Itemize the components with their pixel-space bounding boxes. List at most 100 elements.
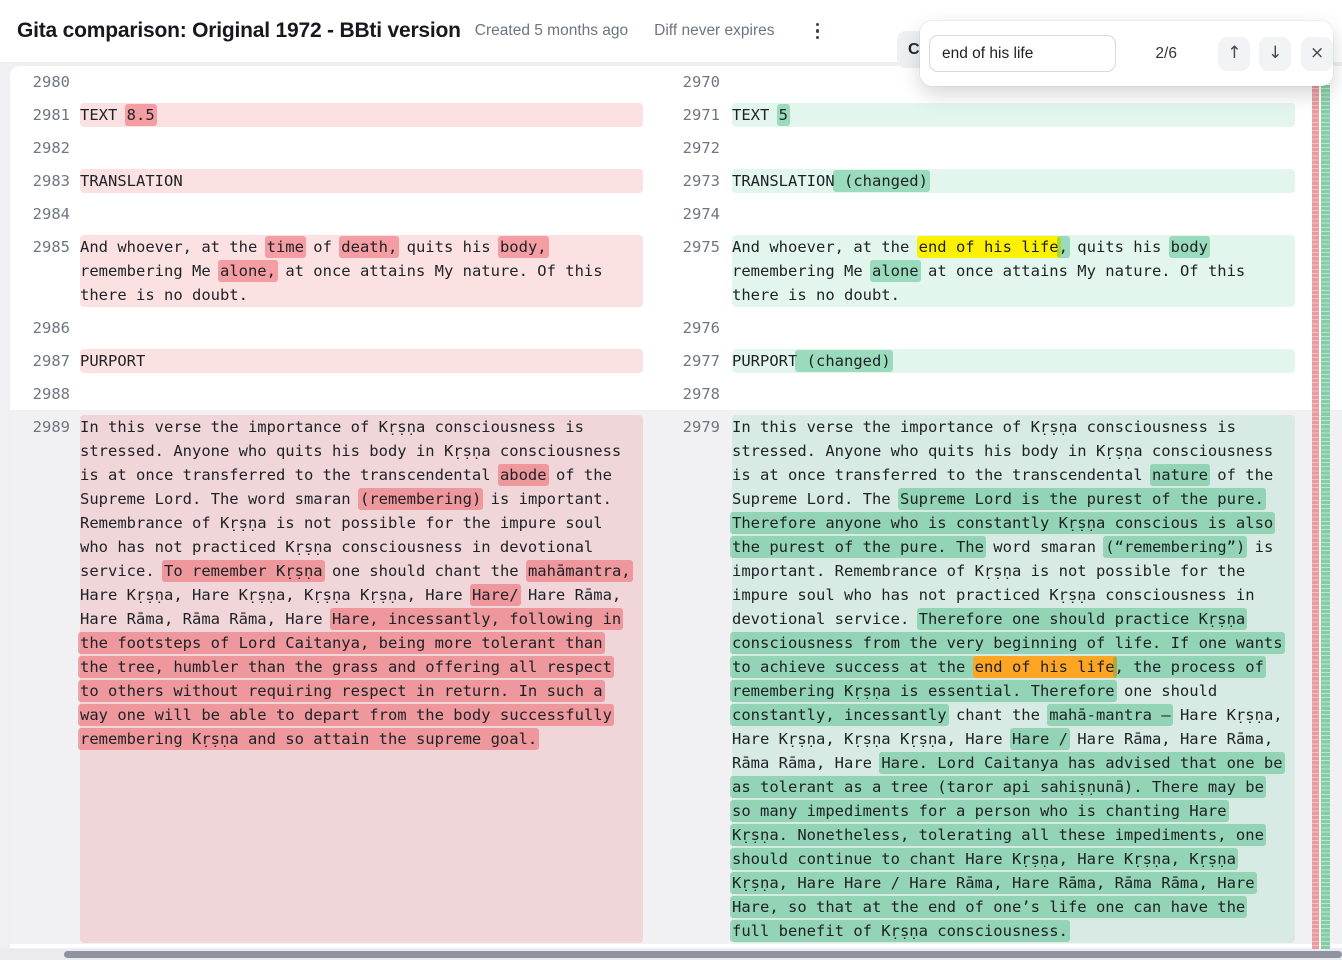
right-pane[interactable]: 29702971TEXT 529722973TRANSLATION (chang…: [660, 66, 1305, 948]
line-number: 2985: [10, 235, 70, 307]
line-number: 2972: [660, 136, 720, 160]
diff-line: PURPORT: [80, 349, 643, 373]
diff-line: Kṛṣṇa, Hare Hare / Hare Rāma, Hare Rāma,…: [732, 871, 1295, 895]
diff-text: Hare Kṛṣṇa, Hare Kṛṣṇa, Kṛṣṇa Kṛṣṇa, Har…: [80, 586, 472, 604]
search-input[interactable]: [929, 35, 1116, 72]
diff-text: is at once transferred to the transcende…: [80, 466, 500, 484]
diff-row: 2975And whoever, at the end of his life,…: [660, 235, 1305, 307]
diff-line: TEXT 8.5: [80, 103, 643, 127]
diff-text: devotional service.: [732, 610, 919, 628]
search-match-active: end of his life: [973, 656, 1117, 678]
diff-row: 2973TRANSLATION (changed): [660, 169, 1305, 193]
diff-line-content: [80, 136, 643, 160]
diff-line-content: [732, 136, 1295, 160]
diff-word-highlight: constantly, incessantly: [730, 704, 949, 726]
search-match-counter: 2/6: [1140, 45, 1192, 63]
diff-line: TRANSLATION: [80, 169, 643, 193]
diff-line: should continue to chant Hare Kṛṣṇa, Har…: [732, 847, 1295, 871]
diff-row: 2985 And whoever, at the time of death, q…: [10, 235, 653, 307]
left-pane[interactable]: 29802981TEXT 8.529822983TRANSLATION29842…: [10, 66, 653, 948]
diff-line: consciousness from the very beginning of…: [732, 631, 1295, 655]
diff-text: important. Remembrance of Kṛṣṇa is not p…: [732, 562, 1245, 580]
diff-word-highlight: Hare, incessantly, following in: [330, 608, 623, 630]
diff-row: 2988: [10, 382, 653, 406]
diff-text: who has not practiced Kṛṣṇa consciousnes…: [80, 538, 593, 556]
diff-word-highlight: (changed): [795, 350, 892, 372]
minimap-deletions[interactable]: [1312, 85, 1319, 960]
diff-text: Supreme Lord. The: [732, 490, 900, 508]
diff-line-content: In this verse the importance of Kṛṣṇa co…: [732, 415, 1295, 943]
minimap-additions[interactable]: [1321, 85, 1330, 960]
diff-word-highlight: the tree, humbler than the grass and off…: [78, 656, 614, 678]
diff-row: 2979 In this verse the importance of Kṛṣṇ…: [660, 415, 1305, 943]
diff-text: TRANSLATION: [80, 172, 183, 190]
diff-text: PURPORT: [732, 352, 797, 370]
diff-row: 2971TEXT 5: [660, 103, 1305, 127]
diff-line: the footsteps of Lord Caitanya, being mo…: [80, 631, 643, 655]
diff-word-highlight: Hare /: [1010, 728, 1070, 750]
horizontal-scrollbar-track[interactable]: [0, 949, 1342, 960]
diff-line: important. Remembrance of Kṛṣṇa is not p…: [732, 559, 1295, 583]
line-number: 2989: [10, 415, 70, 943]
diff-line-content: [732, 316, 1295, 340]
line-number: 2979: [660, 415, 720, 943]
diff-line: And whoever, at the time of death, quits…: [80, 235, 643, 259]
page-title: Gita comparison: Original 1972 - BBti ve…: [17, 19, 461, 43]
diff-line: stressed. Anyone who quits his body in K…: [80, 439, 643, 463]
kebab-menu-icon[interactable]: [805, 18, 831, 44]
line-number: 2988: [10, 382, 70, 406]
diff-line: who has not practiced Kṛṣṇa consciousnes…: [80, 535, 643, 559]
diff-line-content: PURPORT: [80, 349, 643, 373]
next-match-button[interactable]: ↓: [1259, 37, 1291, 71]
diff-text: one should chant the: [323, 562, 528, 580]
diff-word-highlight: remembering Kṛṣṇa and so attain the supr…: [78, 728, 539, 750]
diff-line: constantly, incessantly chant the mahā-m…: [732, 703, 1295, 727]
line-number: 2981: [10, 103, 70, 127]
diff-line: remembering Me alone at once attains My …: [732, 259, 1295, 283]
horizontal-scrollbar-thumb[interactable]: [64, 951, 1342, 958]
diff-text: And whoever, at the: [80, 238, 267, 256]
diff-line: Hare Kṛṣṇa, Hare Kṛṣṇa, Kṛṣṇa Kṛṣṇa, Har…: [80, 583, 643, 607]
diff-row: 2989In this verse the importance of Kṛṣṇ…: [10, 415, 653, 943]
diff-line: Hare Kṛṣṇa, Kṛṣṇa Kṛṣṇa, Hare Hare / Har…: [732, 727, 1295, 751]
diff-line: Rāma Rāma, Hare Hare. Lord Caitanya has …: [732, 751, 1295, 775]
diff-row: 2983TRANSLATION: [10, 169, 653, 193]
previous-match-button[interactable]: ↑: [1218, 37, 1250, 71]
diff-word-highlight: Kṛṣṇa, Hare Hare / Hare Rāma, Hare Rāma,…: [730, 872, 1257, 894]
diff-word-highlight: Kṛṣṇa. Nonetheless, tolerating all these…: [730, 824, 1266, 846]
diff-line: TEXT 5: [732, 103, 1295, 127]
diff-line: way one will be able to depart from the …: [80, 703, 643, 727]
diff-line-content: And whoever, at the end of his life, qui…: [732, 235, 1295, 307]
diff-word-highlight: body: [1169, 236, 1210, 258]
search-match: end of his life: [917, 236, 1061, 258]
diff-word-highlight: Hare. Lord Caitanya has advised that one…: [879, 752, 1284, 774]
diff-line: there is no doubt.: [732, 283, 1295, 307]
diff-text: Hare Rāma, Rāma Rāma, Hare: [80, 610, 332, 628]
diff-expiry-status: Diff never expires: [654, 22, 774, 40]
diff-line-content: [732, 202, 1295, 226]
diff-row: 2986: [10, 316, 653, 340]
diff-line: PURPORT (changed): [732, 349, 1295, 373]
diff-text: In this verse the importance of Kṛṣṇa co…: [732, 418, 1236, 436]
diff-line: remembering Kṛṣṇa and so attain the supr…: [80, 727, 643, 751]
close-search-button[interactable]: ×: [1301, 37, 1333, 71]
diff-text: TEXT: [80, 106, 127, 124]
diff-line-content: And whoever, at the time of death, quits…: [80, 235, 643, 307]
diff-word-highlight: abode: [498, 464, 549, 486]
line-number: 2974: [660, 202, 720, 226]
diff-word-highlight: way one will be able to depart from the …: [78, 704, 614, 726]
diff-row: 2972: [660, 136, 1305, 160]
close-icon: ×: [1310, 45, 1324, 62]
diff-line: full benefit of Kṛṣṇa consciousness.: [732, 919, 1295, 943]
diff-text: Hare Rāma,: [519, 586, 622, 604]
find-popup: 2/6 ↑ ↓ ×: [920, 21, 1333, 86]
created-timestamp: Created 5 months ago: [475, 22, 628, 40]
diff-text: there is no doubt.: [80, 286, 248, 304]
diff-line: And whoever, at the end of his life, qui…: [732, 235, 1295, 259]
diff-text: remembering Me: [732, 262, 872, 280]
line-number: 2980: [10, 70, 70, 94]
diff-line-content: [732, 382, 1295, 406]
diff-word-highlight: Therefore anyone who is constantly Kṛṣṇa…: [730, 512, 1275, 534]
line-number: 2973: [660, 169, 720, 193]
diff-text: is important.: [481, 490, 612, 508]
